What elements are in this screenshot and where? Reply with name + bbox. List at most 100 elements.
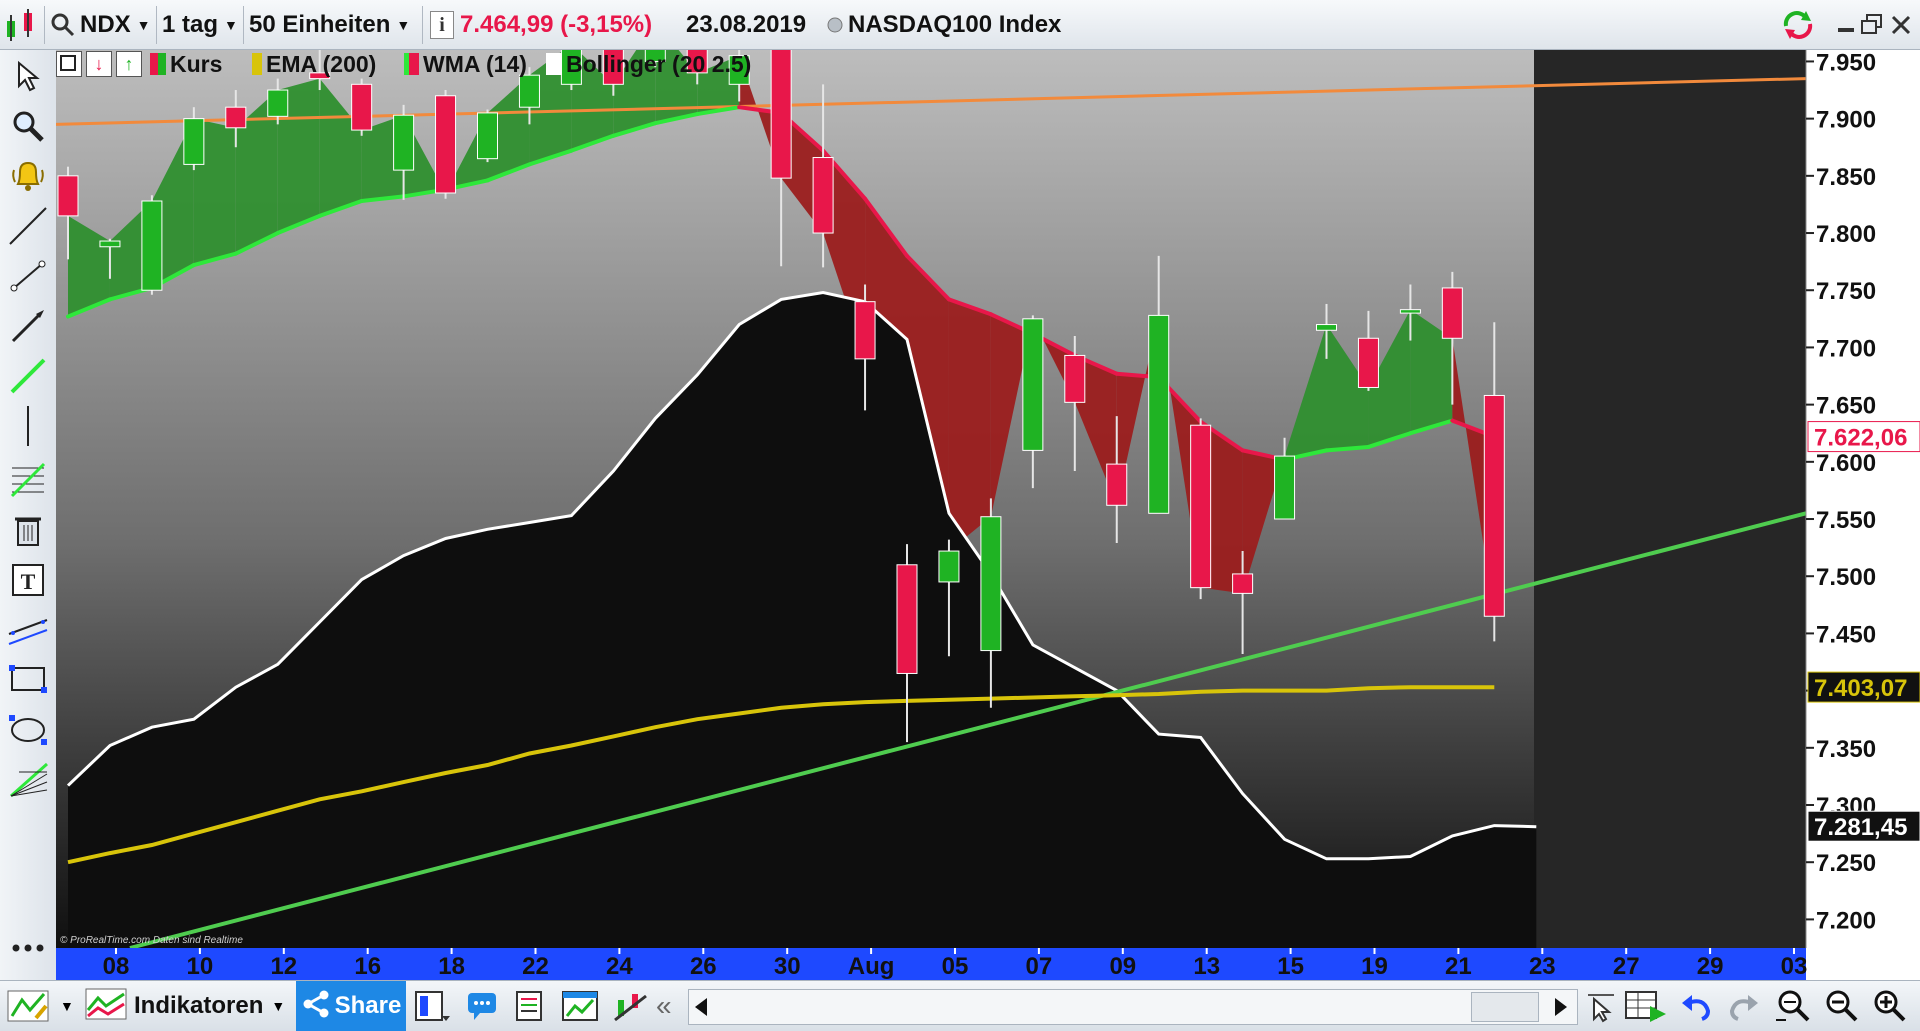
top-bar: NDX ▼ 1 tag ▼ 50 Einheiten ▼ i 7.464,99 (-3… (0, 0, 1920, 50)
instrument-name: NASDAQ100 Index (848, 11, 1062, 38)
price-tick-label: 7.850 (1816, 164, 1876, 191)
undo-icon[interactable] (1678, 986, 1714, 1026)
window-chart-icon[interactable] (560, 986, 600, 1026)
copy-icon[interactable] (56, 51, 82, 77)
time-tick-label: 26 (690, 953, 717, 980)
report-icon[interactable] (512, 986, 546, 1026)
candlestick-icon[interactable] (4, 5, 38, 45)
candle-body (1274, 455, 1296, 520)
watermark: © ProRealTime.com Daten sind Realtime (60, 935, 243, 946)
zoom-in-icon[interactable] (1870, 986, 1908, 1026)
chat-icon[interactable] (464, 986, 500, 1026)
tools-icon[interactable] (612, 986, 650, 1026)
price-tick-label: 7.650 (1816, 393, 1876, 420)
fan-icon[interactable] (6, 760, 50, 800)
arrow-down-red-icon[interactable]: ↓ (86, 51, 112, 77)
rectangle-icon[interactable] (6, 660, 50, 700)
minimize-icon[interactable] (1836, 5, 1858, 45)
share-button[interactable]: Share (296, 981, 406, 1031)
candle-body (477, 112, 498, 160)
price-tick-label: 7.600 (1816, 450, 1876, 477)
cursor-reset-icon[interactable] (1584, 986, 1620, 1026)
candle-body (1483, 394, 1505, 617)
wma-cloud-segment (948, 299, 991, 552)
arrow-up-green-icon[interactable]: ↑ (116, 51, 142, 77)
restore-icon[interactable] (1860, 5, 1884, 45)
legend-wma[interactable]: WMA (14) (404, 50, 527, 78)
info-button[interactable]: i (430, 5, 454, 45)
time-tick-label: 23 (1529, 953, 1556, 980)
svg-text:T: T (21, 569, 36, 594)
trend-line-icon[interactable] (6, 356, 50, 396)
price-tick-label: 7.950 (1816, 50, 1876, 76)
candle-body (267, 89, 289, 117)
text-icon[interactable]: T (6, 560, 50, 600)
time-tick-label: 07 (1026, 953, 1053, 980)
chevron-down-icon[interactable]: ▼ (60, 986, 74, 1026)
segment-icon[interactable] (6, 256, 50, 296)
candle-body (351, 83, 373, 131)
arrow-cursor-icon[interactable] (6, 56, 50, 96)
refresh-icon[interactable] (1780, 5, 1816, 45)
bottom-bar: ▼ Indikatoren ▼ Share « (0, 980, 1920, 1031)
candle-body (1148, 314, 1170, 514)
arrow-line-icon[interactable] (6, 306, 50, 346)
more-icon[interactable] (6, 928, 50, 968)
price-chart[interactable]: 7.950 7.900 7.850 7.800 7.750 7.700 7.650 7.600… (55, 15, 1920, 980)
units-select[interactable]: 50 Einheiten ▼ (249, 5, 410, 45)
fibonacci-icon[interactable] (6, 460, 50, 500)
vertical-line-icon[interactable] (6, 406, 50, 446)
price-tick-label: 7.700 (1816, 335, 1876, 362)
chart-panel[interactable]: 7.950 7.900 7.850 7.800 7.750 7.700 7.650 7.600… (55, 15, 1920, 980)
price-tag-label: 7.403,07 (1814, 675, 1907, 702)
ema-swatch (252, 53, 262, 75)
time-tick-label: 19 (1361, 953, 1388, 980)
candle-body (1399, 309, 1421, 314)
chevron-down-icon: ▼ (136, 17, 151, 33)
close-icon[interactable] (1890, 5, 1912, 45)
layout-icon[interactable] (412, 986, 452, 1026)
time-tick-label: 09 (1109, 953, 1136, 980)
timeline-scrollbar[interactable] (688, 989, 1578, 1025)
indicators-button[interactable]: Indikatoren ▼ (84, 986, 285, 1026)
future-area (1534, 50, 1806, 948)
zoom-icon[interactable] (6, 106, 50, 146)
candle-body (435, 95, 457, 194)
chevron-down-icon: ▼ (271, 998, 286, 1014)
candle-body (57, 175, 79, 217)
ellipse-icon[interactable] (6, 710, 50, 750)
draw-tools-icon[interactable] (6, 986, 50, 1026)
table-export-icon[interactable] (1624, 986, 1668, 1026)
scroll-right-icon[interactable] (1553, 996, 1569, 1023)
channel-icon[interactable] (6, 610, 50, 650)
timeframe-select[interactable]: 1 tag ▼ (162, 5, 238, 45)
collapse-icon[interactable]: « (656, 986, 672, 1026)
price-change: 7.464,99 (-3,15%) (460, 11, 653, 38)
scroll-left-icon[interactable] (693, 996, 709, 1023)
line-icon[interactable] (6, 206, 50, 246)
candle-body (1441, 287, 1463, 339)
legend-bollinger[interactable]: Bollinger (20 2.5) (546, 50, 751, 78)
price-tick-label: 7.250 (1816, 850, 1876, 877)
scrollbar-thumb[interactable] (1471, 992, 1539, 1022)
indicators-label: Indikatoren (134, 992, 264, 1019)
redo-icon[interactable] (1726, 986, 1762, 1026)
symbol-select[interactable]: NDX ▼ (80, 5, 151, 45)
chevron-down-icon: ▼ (224, 17, 238, 33)
zoom-fit-icon[interactable] (1774, 986, 1812, 1026)
price-tag-label: 7.622,06 (1814, 425, 1907, 452)
legend-kurs[interactable]: Kurs (150, 50, 222, 78)
legend-toolbox[interactable]: ↓ ↑ (56, 50, 142, 78)
trash-icon[interactable] (6, 510, 50, 550)
time-tick-label: 22 (522, 953, 549, 980)
info-icon: i (430, 11, 454, 39)
time-tick-label: 10 (187, 953, 214, 980)
kurs-swatch (150, 53, 158, 75)
legend-ema[interactable]: EMA (200) (252, 50, 376, 78)
bell-icon[interactable] (6, 156, 50, 196)
time-tick-label: 30 (774, 953, 801, 980)
zoom-out-icon[interactable] (1822, 986, 1860, 1026)
symbol-search-icon[interactable] (50, 5, 76, 45)
time-tick-label: 27 (1613, 953, 1640, 980)
price-tag-label: 7.281,45 (1814, 814, 1907, 841)
